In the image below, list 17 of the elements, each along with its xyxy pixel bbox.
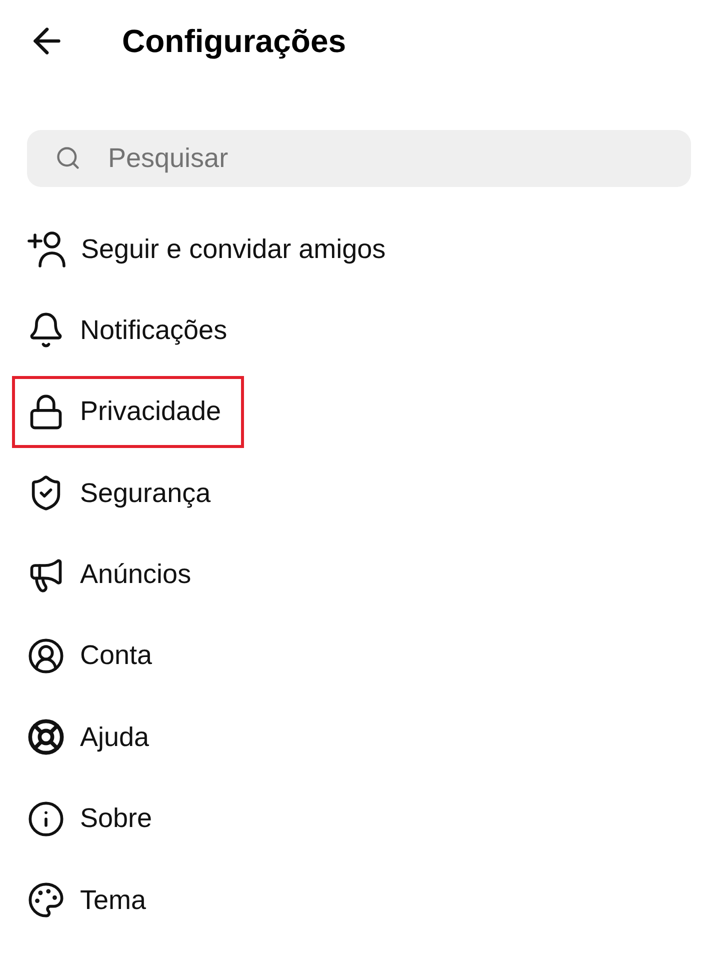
settings-menu-item[interactable]: Seguir e convidar amigos xyxy=(12,213,409,285)
settings-menu-item[interactable]: Segurança xyxy=(12,457,234,530)
settings-menu-item[interactable]: Conta xyxy=(12,620,176,692)
settings-menu-item[interactable]: Privacidade xyxy=(12,376,244,448)
settings-menu-item[interactable]: Tema xyxy=(12,864,170,936)
add-person-icon xyxy=(27,230,66,268)
user-circle-icon xyxy=(27,636,65,675)
info-icon xyxy=(27,800,65,838)
settings-menu-item[interactable]: Notificações xyxy=(12,294,250,366)
settings-menu-item[interactable]: Ajuda xyxy=(12,701,172,774)
search-field[interactable]: Pesquisar xyxy=(27,130,691,187)
search-icon xyxy=(55,145,81,171)
settings-menu-item[interactable]: Sobre xyxy=(12,782,176,855)
palette-icon xyxy=(27,881,65,920)
page-title: Configurações xyxy=(122,22,346,60)
settings-menu-item[interactable]: Anúncios xyxy=(12,538,214,611)
help-icon xyxy=(27,718,65,756)
